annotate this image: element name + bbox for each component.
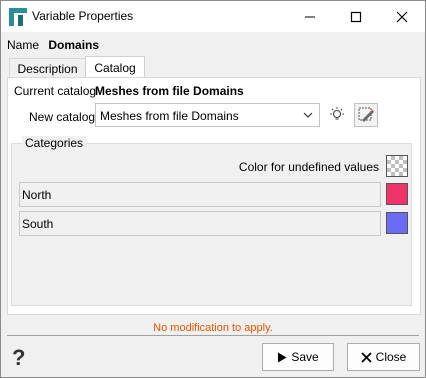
category-color-north[interactable]: [386, 183, 408, 205]
catalog-panel: Current catalog Meshes from file Domains…: [7, 77, 421, 315]
category-name: South: [22, 217, 54, 231]
new-catalog-select[interactable]: Meshes from file Domains: [95, 103, 320, 127]
category-row-south[interactable]: South: [19, 211, 381, 236]
title-bar: Variable Properties: [1, 1, 425, 32]
lightbulb-icon[interactable]: [328, 106, 346, 124]
name-label: Name: [7, 38, 40, 52]
save-button[interactable]: Save: [262, 343, 334, 371]
minimize-button[interactable]: [287, 1, 333, 32]
undefined-color-swatch[interactable]: [386, 155, 408, 177]
category-row-north[interactable]: North: [19, 182, 381, 207]
x-icon: [361, 351, 372, 363]
category-name: North: [22, 188, 52, 202]
categories-group: Categories Color for undefined values No…: [11, 136, 412, 306]
variable-properties-dialog: Variable Properties Name Domains Descrip…: [0, 0, 426, 378]
tab-catalog[interactable]: Catalog: [85, 56, 145, 79]
help-icon[interactable]: ?: [12, 345, 25, 371]
new-catalog-value: Meshes from file Domains: [100, 109, 239, 123]
undefined-color-label: Color for undefined values: [238, 160, 379, 174]
status-message: No modification to apply.: [153, 322, 273, 334]
name-row: Name Domains: [7, 38, 99, 52]
close-button[interactable]: Close: [347, 343, 420, 371]
categories-title: Categories: [22, 136, 87, 150]
minimize-icon: [305, 16, 315, 17]
edit-catalog-icon: [358, 107, 374, 122]
edit-catalog-button[interactable]: [354, 103, 378, 127]
window-title: Variable Properties: [32, 9, 134, 23]
name-value: Domains: [48, 38, 100, 52]
close-window-button[interactable]: [379, 1, 425, 32]
close-label: Close: [375, 350, 407, 364]
tab-description[interactable]: Description: [9, 58, 86, 79]
divider: [7, 335, 419, 336]
save-label: Save: [291, 350, 319, 364]
new-catalog-label: New catalog: [29, 110, 96, 124]
current-catalog-label: Current catalog: [14, 84, 97, 98]
play-icon: [278, 352, 287, 362]
maximize-icon: [350, 11, 362, 22]
chevron-down-icon: [303, 112, 313, 118]
close-icon: [396, 11, 408, 22]
maximize-button[interactable]: [333, 1, 379, 32]
category-color-south[interactable]: [386, 212, 408, 234]
current-catalog-value: Meshes from file Domains: [95, 84, 244, 98]
app-logo-icon: [9, 8, 27, 26]
